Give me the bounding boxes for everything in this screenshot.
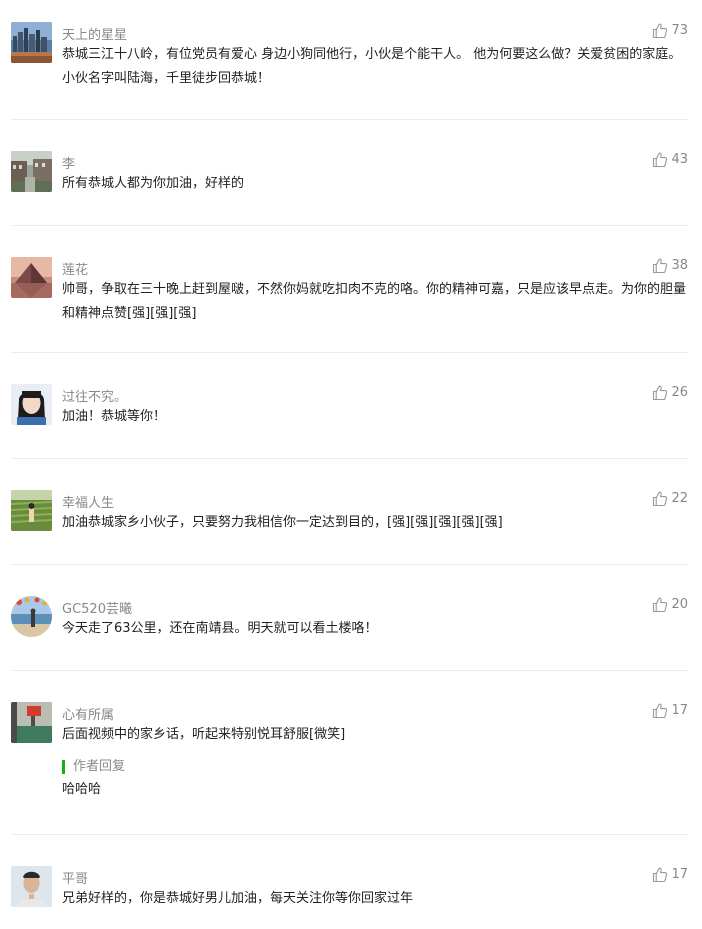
like-button[interactable]: 73 [651, 22, 688, 39]
thumbs-up-icon [653, 385, 668, 401]
divider [11, 670, 688, 671]
commenter-name[interactable]: 莲花 [62, 259, 88, 278]
divider [11, 834, 688, 835]
like-button[interactable]: 43 [651, 151, 688, 168]
divider [11, 564, 688, 565]
like-count: 38 [671, 258, 688, 273]
divider [11, 458, 688, 459]
comment-text: 今天走了63公里，还在南靖县。明天就可以看土楼咯！ [62, 621, 378, 636]
avatar-pyramid-image [11, 257, 52, 298]
divider [11, 119, 688, 120]
commenter-name[interactable]: 平哥 [62, 868, 88, 887]
avatar-city-image [11, 22, 52, 63]
like-count: 17 [671, 703, 688, 718]
avatar-portrait-image [11, 384, 52, 425]
comment-text: 所有恭城人都为你加油，好样的 [62, 176, 245, 191]
author-reply-text: 哈哈哈 [62, 782, 102, 797]
avatar[interactable] [11, 384, 52, 425]
like-button[interactable]: 38 [651, 257, 688, 274]
like-count: 17 [671, 867, 688, 882]
thumbs-up-icon [653, 258, 668, 274]
thumbs-up-icon [653, 152, 668, 168]
thumbs-up-icon [653, 867, 668, 883]
avatar[interactable] [11, 596, 52, 637]
like-count: 43 [671, 152, 688, 167]
commenter-name[interactable]: 李 [62, 153, 75, 172]
avatar-field-image [11, 490, 52, 531]
like-button[interactable]: 17 [651, 702, 688, 719]
like-count: 20 [671, 597, 688, 612]
like-count: 26 [671, 385, 688, 400]
commenter-name[interactable]: 幸福人生 [62, 492, 114, 511]
comment-text: 后面视频中的家乡话，听起来特别悦耳舒服[微笑] [62, 727, 346, 742]
avatar-room-image [11, 702, 52, 743]
thumbs-up-icon [653, 23, 668, 39]
commenter-name[interactable]: 心有所属 [62, 704, 114, 723]
author-reply-label: 作者回复 [62, 760, 125, 774]
comment-text: 兄弟好样的，你是恭城好男儿加油，每天关注你等你回家过年 [62, 891, 414, 906]
like-count: 22 [671, 491, 688, 506]
like-button[interactable]: 22 [651, 490, 688, 507]
comment-text: 加油恭城家乡小伙子，只要努力我相信你一定达到目的，[强][强][强][强][强] [62, 515, 503, 530]
like-button[interactable]: 17 [651, 866, 688, 883]
like-count: 73 [671, 23, 688, 38]
thumbs-up-icon [653, 703, 668, 719]
thumbs-up-icon [653, 491, 668, 507]
thumbs-up-icon [653, 597, 668, 613]
commenter-name[interactable]: 天上的星星 [62, 24, 127, 43]
avatar-person-image [11, 866, 52, 907]
avatar[interactable] [11, 866, 52, 907]
comment-text: 帅哥，争取在三十晚上赶到屋啵，不然你妈就吃扣肉不克的咯。你的精神可嘉，只是应该早… [62, 282, 687, 321]
commenter-name[interactable]: GC520芸曦 [62, 598, 132, 617]
like-button[interactable]: 20 [651, 596, 688, 613]
avatar-beach-image [11, 596, 52, 637]
avatar[interactable] [11, 22, 52, 63]
like-button[interactable]: 26 [651, 384, 688, 401]
comment-text: 加油！恭城等你！ [62, 409, 167, 424]
avatar-town-image [11, 151, 52, 192]
divider [11, 352, 688, 353]
avatar[interactable] [11, 257, 52, 298]
divider [11, 225, 688, 226]
commenter-name[interactable]: 过往不究。 [62, 386, 127, 405]
avatar[interactable] [11, 151, 52, 192]
comment-text: 恭城三江十八岭，有位党员有爱心 身边小狗同他行，小伙是个能干人。 他为何要这么做… [62, 47, 682, 86]
avatar[interactable] [11, 490, 52, 531]
avatar[interactable] [11, 702, 52, 743]
